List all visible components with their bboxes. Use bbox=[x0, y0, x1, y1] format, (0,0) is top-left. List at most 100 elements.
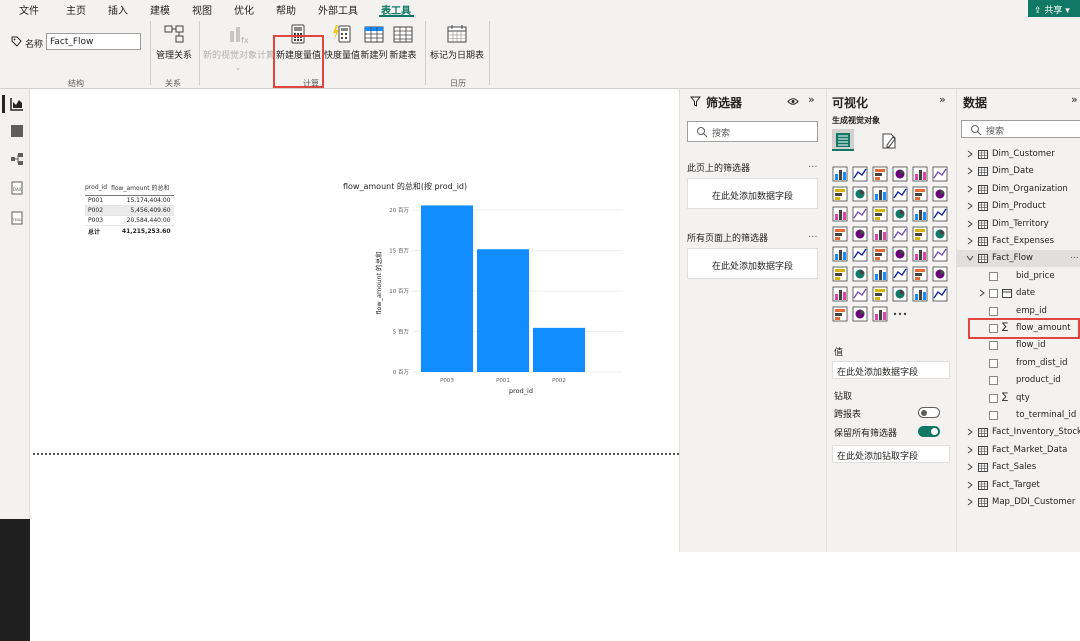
r-visual-icon[interactable] bbox=[932, 246, 948, 262]
line-clustered-icon[interactable] bbox=[932, 186, 948, 202]
field-checkbox[interactable] bbox=[989, 289, 998, 299]
table-view-icon[interactable] bbox=[10, 124, 24, 138]
share-button[interactable]: ⇪ 共享 ▾ bbox=[1028, 0, 1080, 17]
funnel-icon[interactable] bbox=[872, 206, 888, 222]
treemap-icon[interactable] bbox=[832, 226, 848, 242]
slicer-icon[interactable] bbox=[892, 246, 908, 262]
chevron-right-icon[interactable] bbox=[966, 498, 974, 506]
field-list-item[interactable]: product_id bbox=[957, 372, 1080, 389]
this-page-filter-well[interactable]: 在此处添加数据字段 bbox=[687, 178, 818, 209]
field-checkbox[interactable] bbox=[989, 411, 998, 420]
table-list-item[interactable]: Dim_Organization bbox=[957, 181, 1080, 198]
keep-all-filters-toggle[interactable] bbox=[918, 426, 940, 437]
menu-optimize[interactable]: 优化 bbox=[234, 2, 254, 17]
more-options-icon[interactable]: ... bbox=[808, 159, 818, 170]
field-checkbox[interactable] bbox=[989, 376, 998, 386]
clustered-bar-icon[interactable] bbox=[872, 166, 888, 182]
azure-map-icon[interactable] bbox=[912, 226, 928, 242]
column-100-icon[interactable] bbox=[932, 166, 948, 182]
stacked-column-icon[interactable] bbox=[852, 166, 868, 182]
menu-home[interactable]: 主页 bbox=[66, 2, 86, 17]
collapse-pane-icon[interactable]: » bbox=[1071, 93, 1078, 106]
table-list-item[interactable]: Fact_Target bbox=[957, 477, 1080, 494]
chevron-right-icon[interactable] bbox=[966, 167, 974, 175]
report-view-icon[interactable] bbox=[10, 97, 24, 111]
more-visuals-icon[interactable] bbox=[892, 306, 908, 322]
cross-report-toggle[interactable] bbox=[918, 407, 940, 418]
field-checkbox[interactable] bbox=[989, 271, 998, 281]
scatter-icon[interactable] bbox=[892, 206, 908, 222]
table-list-item[interactable]: Dim_Product bbox=[957, 198, 1080, 215]
narrative-icon[interactable] bbox=[912, 266, 928, 282]
stacked-bar-icon[interactable] bbox=[832, 166, 848, 182]
new-table-button[interactable]: 新建表 bbox=[381, 23, 425, 61]
menu-view[interactable]: 视图 bbox=[192, 2, 212, 17]
key-influencers-icon[interactable] bbox=[852, 266, 868, 282]
field-checkbox[interactable] bbox=[989, 306, 998, 316]
stacked-area-icon[interactable] bbox=[872, 186, 888, 202]
decomposition-tree-icon[interactable] bbox=[872, 266, 888, 282]
qa-icon[interactable] bbox=[892, 266, 908, 282]
table-list-item[interactable]: Fact_Inventory_Stock bbox=[957, 424, 1080, 441]
more-options-icon[interactable]: ... bbox=[808, 229, 818, 240]
bar-chart[interactable]: 0 百万 5 百万 10 百万 15 百万 20 百万 P003 P001 P002 prod_… bbox=[333, 194, 633, 414]
map-icon[interactable] bbox=[852, 226, 868, 242]
menu-modeling[interactable]: 建模 bbox=[150, 2, 170, 17]
bar[interactable] bbox=[477, 249, 529, 372]
field-list-item[interactable]: from_dist_id bbox=[957, 355, 1080, 372]
chevron-right-icon[interactable] bbox=[966, 481, 974, 489]
power-automate-icon[interactable] bbox=[872, 286, 888, 302]
dax-query-view-icon[interactable]: DAX bbox=[10, 181, 24, 195]
table-header-prod-id[interactable]: prod_id bbox=[85, 182, 112, 196]
table-icon[interactable] bbox=[912, 246, 928, 262]
pie-icon[interactable] bbox=[912, 206, 928, 222]
bar[interactable] bbox=[533, 327, 585, 372]
table-list-item[interactable]: Dim_Territory bbox=[957, 216, 1080, 233]
table-header-flow-amount[interactable]: flow_amount 的总和 bbox=[111, 182, 174, 196]
collapse-pane-icon[interactable]: » bbox=[939, 93, 946, 106]
chevron-right-icon[interactable] bbox=[966, 446, 974, 454]
chevron-right-icon[interactable] bbox=[966, 185, 974, 193]
tmdl-view-icon[interactable]: TMDL bbox=[10, 211, 24, 225]
table-list-item[interactable]: Fact_Sales bbox=[957, 459, 1080, 476]
shape-map-icon[interactable] bbox=[892, 226, 908, 242]
filled-map-icon[interactable] bbox=[872, 226, 888, 242]
table-visual[interactable]: prod_id flow_amount 的总和 P001 15,174,404.… bbox=[85, 182, 174, 237]
chevron-right-icon[interactable] bbox=[966, 220, 974, 228]
menu-external-tools[interactable]: 外部工具 bbox=[318, 2, 358, 17]
field-checkbox[interactable] bbox=[989, 393, 998, 403]
chevron-right-icon[interactable] bbox=[978, 289, 986, 297]
build-visual-tab[interactable] bbox=[832, 129, 854, 151]
data-search-input[interactable]: 搜索 bbox=[961, 120, 1080, 138]
ribbon-chart-icon[interactable] bbox=[832, 206, 848, 222]
model-view-icon[interactable] bbox=[10, 152, 24, 166]
more-options-icon[interactable]: ... bbox=[1070, 251, 1079, 261]
report-canvas[interactable]: prod_id flow_amount 的总和 P001 15,174,404.… bbox=[33, 89, 679, 552]
manage-relations-button[interactable]: 管理关系 bbox=[152, 23, 196, 61]
metrics-icon[interactable] bbox=[832, 306, 848, 322]
shape-icon[interactable] bbox=[912, 286, 928, 302]
chevron-right-icon[interactable] bbox=[966, 202, 974, 210]
field-list-item[interactable]: to_terminal_id bbox=[957, 407, 1080, 424]
table-list-item[interactable]: Fact_Flow... bbox=[957, 250, 1080, 268]
field-list-item[interactable]: bid_price bbox=[957, 268, 1080, 285]
goals-icon[interactable] bbox=[892, 286, 908, 302]
filters-search-input[interactable]: 搜索 bbox=[687, 121, 818, 142]
chevron-right-icon[interactable] bbox=[966, 237, 974, 245]
chevron-right-icon[interactable] bbox=[966, 428, 974, 436]
bar-100-icon[interactable] bbox=[912, 166, 928, 182]
line-chart-icon[interactable] bbox=[832, 186, 848, 202]
drill-through-well[interactable]: 在此处添加钻取字段 bbox=[832, 445, 950, 463]
arcgis-icon[interactable] bbox=[932, 286, 948, 302]
fabric-icon[interactable] bbox=[872, 306, 888, 322]
collapse-pane-icon[interactable]: » bbox=[808, 93, 815, 106]
donut-icon[interactable] bbox=[932, 206, 948, 222]
field-list-item[interactable]: ∑ qty bbox=[957, 390, 1080, 407]
field-checkbox[interactable] bbox=[989, 341, 998, 351]
mark-as-date-table-button[interactable]: 标记为日期表 bbox=[429, 23, 485, 61]
gauge-icon[interactable] bbox=[932, 226, 948, 242]
area-chart-icon[interactable] bbox=[852, 186, 868, 202]
python-visual-icon[interactable] bbox=[832, 266, 848, 282]
table-list-item[interactable]: Map_DDI_Customer bbox=[957, 494, 1080, 511]
format-visual-icon[interactable] bbox=[880, 132, 898, 150]
